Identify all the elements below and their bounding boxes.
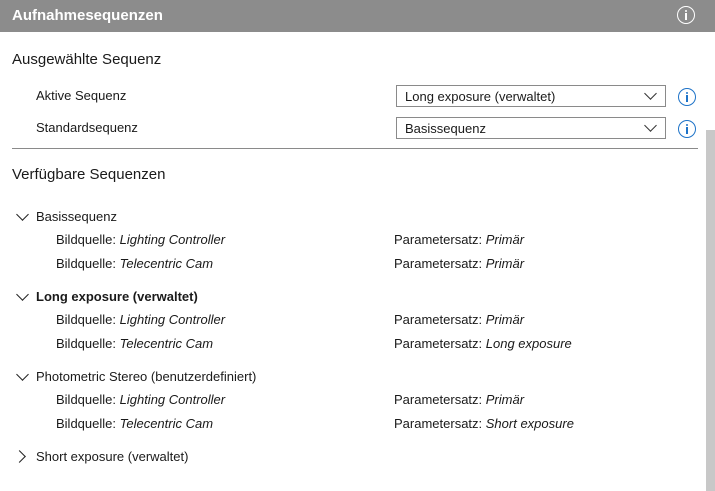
parameter-set: Parametersatz: Primär: [394, 232, 524, 247]
image-source: Bildquelle: Telecentric Cam: [56, 416, 213, 431]
parameter-set: Parametersatz: Long exposure: [394, 336, 572, 351]
scrollbar[interactable]: [706, 130, 715, 491]
chevron-down-icon: [644, 119, 657, 132]
image-source: Bildquelle: Lighting Controller: [56, 232, 225, 247]
parameter-set-value: Primär: [485, 312, 525, 327]
sequence-name: Long exposure (verwaltet): [36, 289, 198, 304]
info-icon[interactable]: [677, 6, 695, 24]
chevron-down-icon[interactable]: [14, 209, 30, 225]
available-sequences-heading: Verfügbare Sequenzen: [12, 166, 166, 183]
default-sequence-label: Standardsequenz: [36, 120, 138, 135]
title-bar: Aufnahmesequenzen: [0, 0, 715, 32]
image-source-label: Bildquelle:: [56, 312, 120, 327]
image-source-value: Telecentric Cam: [119, 256, 214, 271]
chevron-right-icon[interactable]: [14, 449, 30, 465]
sequence-name: Photometric Stereo (benutzerdefiniert): [36, 369, 257, 384]
parameter-set-label: Parametersatz:: [394, 312, 486, 327]
sequence-name: Basissequenz: [36, 209, 117, 224]
info-icon[interactable]: [678, 88, 696, 106]
chevron-down-icon[interactable]: [14, 369, 30, 385]
image-source-value: Telecentric Cam: [119, 416, 214, 431]
active-sequence-select[interactable]: Long exposure (verwaltet): [396, 85, 666, 107]
default-sequence-select[interactable]: Basissequenz: [396, 117, 666, 139]
parameter-set: Parametersatz: Primär: [394, 256, 524, 271]
parameter-set-label: Parametersatz:: [394, 232, 486, 247]
divider: [12, 148, 698, 149]
active-sequence-label: Aktive Sequenz: [36, 88, 127, 103]
parameter-set-label: Parametersatz:: [394, 392, 486, 407]
parameter-set-label: Parametersatz:: [394, 336, 486, 351]
image-source-value: Telecentric Cam: [119, 336, 214, 351]
image-source: Bildquelle: Lighting Controller: [56, 392, 225, 407]
image-source-value: Lighting Controller: [119, 232, 226, 247]
default-sequence-value: Basissequenz: [405, 121, 486, 136]
image-source-label: Bildquelle:: [56, 416, 120, 431]
panel-title: Aufnahmesequenzen: [12, 7, 163, 24]
parameter-set-label: Parametersatz:: [394, 256, 486, 271]
image-source: Bildquelle: Telecentric Cam: [56, 256, 213, 271]
image-source-label: Bildquelle:: [56, 392, 120, 407]
sequence-name: Short exposure (verwaltet): [36, 449, 189, 464]
image-source-value: Lighting Controller: [119, 392, 226, 407]
image-source: Bildquelle: Lighting Controller: [56, 312, 225, 327]
parameter-set-value: Primär: [485, 256, 525, 271]
parameter-set: Parametersatz: Primär: [394, 392, 524, 407]
info-icon[interactable]: [678, 120, 696, 138]
image-source-value: Lighting Controller: [119, 312, 226, 327]
chevron-down-icon[interactable]: [14, 289, 30, 305]
image-source-label: Bildquelle:: [56, 256, 120, 271]
parameter-set: Parametersatz: Primär: [394, 312, 524, 327]
parameter-set-value: Primär: [485, 232, 525, 247]
image-source: Bildquelle: Telecentric Cam: [56, 336, 213, 351]
parameter-set-value: Primär: [485, 392, 525, 407]
image-source-label: Bildquelle:: [56, 336, 120, 351]
parameter-set: Parametersatz: Short exposure: [394, 416, 574, 431]
active-sequence-value: Long exposure (verwaltet): [405, 89, 556, 104]
selected-sequence-heading: Ausgewählte Sequenz: [12, 51, 162, 68]
parameter-set-value: Long exposure: [485, 336, 572, 351]
parameter-set-value: Short exposure: [485, 416, 574, 431]
chevron-down-icon: [644, 87, 657, 100]
parameter-set-label: Parametersatz:: [394, 416, 486, 431]
image-source-label: Bildquelle:: [56, 232, 120, 247]
